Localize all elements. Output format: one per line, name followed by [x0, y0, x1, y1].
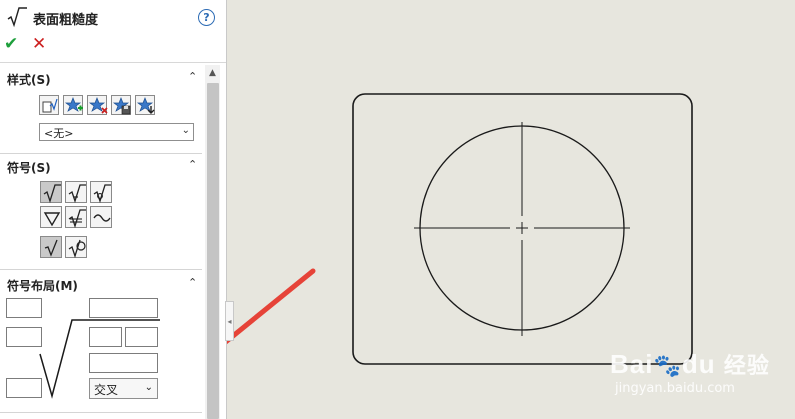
text-field-a[interactable]: [6, 298, 42, 318]
text-field-f[interactable]: [89, 353, 158, 373]
collapse-style-icon[interactable]: ⌃: [188, 70, 197, 83]
style-section-title[interactable]: 样式(S): [7, 71, 51, 88]
save-style-icon[interactable]: [111, 95, 131, 115]
scroll-up-arrow-icon[interactable]: ▲: [205, 66, 220, 80]
surface-finish-icon: [7, 7, 27, 28]
jis-basic-icon: [43, 212, 61, 227]
divider: [0, 62, 226, 63]
panel-resize-handle[interactable]: ◂: [225, 301, 234, 341]
text-field-b[interactable]: [89, 298, 158, 318]
text-field-e[interactable]: [125, 327, 158, 347]
property-manager-panel: 表面粗糙度 ? ✔ ✕ ▲ 样式(S) ⌃ <无> ⌄ 符号(S) ⌃ 符号布局…: [0, 0, 227, 419]
lay-direction-dropdown[interactable]: 交叉 ⌄: [89, 378, 158, 399]
ok-button[interactable]: ✔: [4, 34, 18, 54]
baidu-watermark: Bai🐾du 经验 jingyan.baidu.com: [610, 349, 770, 396]
update-style-icon[interactable]: [39, 95, 59, 115]
divider: [0, 412, 202, 413]
machining-prohibited-icon: [93, 184, 111, 204]
local-icon: [44, 239, 58, 257]
jis-basic-button[interactable]: [40, 206, 62, 228]
machining-required-button[interactable]: [65, 181, 87, 204]
basic-symbol-button[interactable]: [40, 181, 62, 204]
jis-no-machining-icon: [93, 214, 111, 222]
symbol-section-title[interactable]: 符号(S): [7, 159, 51, 176]
load-style-icon[interactable]: [135, 95, 155, 115]
panel-title: 表面粗糙度: [33, 13, 99, 28]
basic-icon: [43, 184, 61, 204]
divider: [0, 153, 202, 154]
all-around-button[interactable]: [65, 236, 87, 259]
scroll-thumb[interactable]: [207, 83, 219, 419]
text-field-g[interactable]: [6, 378, 42, 398]
machining-required-icon: [68, 184, 86, 204]
text-field-d[interactable]: [89, 327, 122, 347]
add-style-icon[interactable]: [63, 95, 83, 115]
panel-header: 表面粗糙度 ?: [6, 6, 220, 28]
chevron-down-icon: ⌄: [181, 125, 190, 136]
cancel-button[interactable]: ✕: [32, 34, 46, 54]
collapse-layout-icon[interactable]: ⌃: [188, 276, 197, 289]
style-dropdown[interactable]: <无> ⌄: [39, 123, 194, 141]
jis-machining-icon: [68, 209, 86, 229]
machining-prohibited-button[interactable]: [90, 181, 112, 204]
jis-machining-button[interactable]: [65, 206, 87, 229]
divider: [0, 269, 202, 270]
text-field-c[interactable]: [6, 327, 42, 347]
local-button[interactable]: [40, 236, 62, 258]
all-around-icon: [68, 239, 86, 259]
delete-style-icon[interactable]: [87, 95, 108, 115]
center-mark: [414, 122, 630, 336]
chevron-down-icon: ⌄: [144, 382, 153, 393]
collapse-symbol-icon[interactable]: ⌃: [188, 158, 197, 171]
jis-no-machining-button[interactable]: [90, 206, 112, 228]
help-icon[interactable]: ?: [198, 9, 215, 26]
